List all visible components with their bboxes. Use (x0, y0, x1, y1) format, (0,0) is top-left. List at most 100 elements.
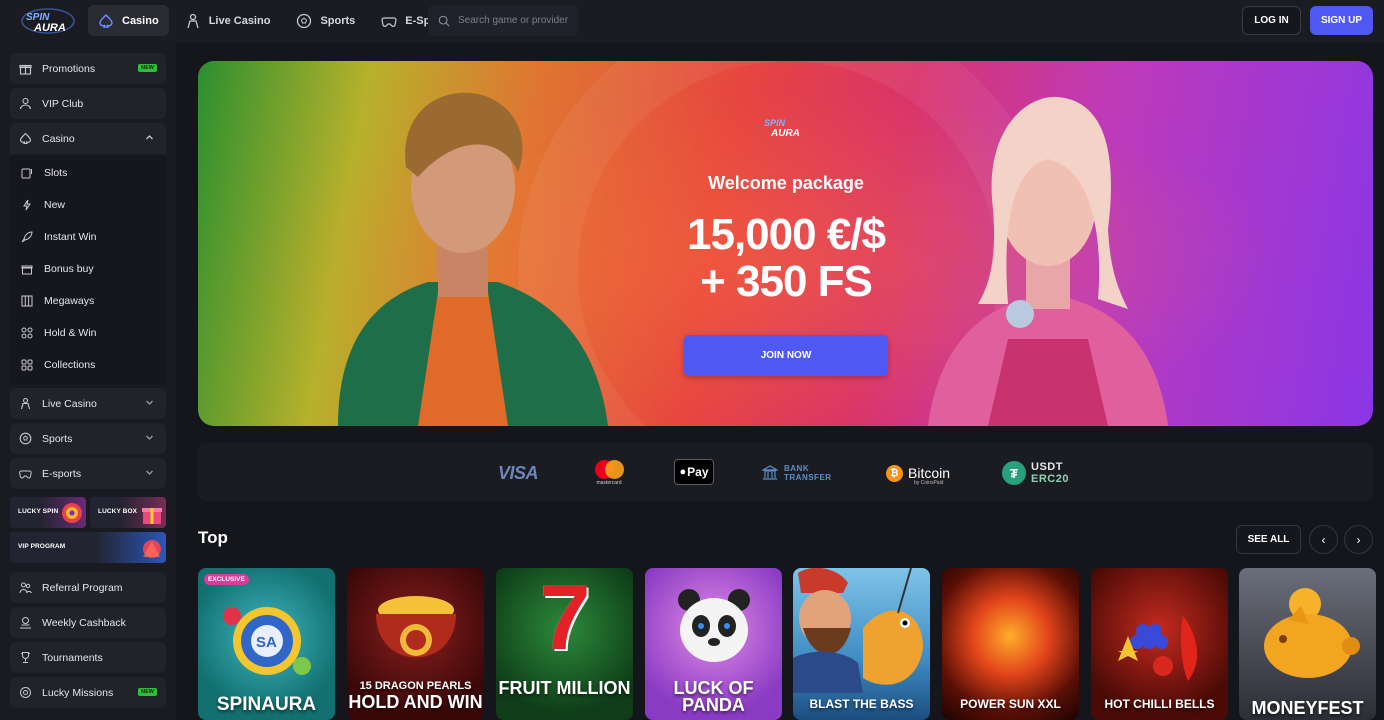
panda-art (678, 589, 750, 662)
lucky-spin-tile[interactable]: LUCKY SPIN (10, 497, 86, 528)
ball-icon (19, 432, 32, 445)
chevron-down-icon[interactable] (145, 433, 154, 442)
sidebar-item-sports[interactable]: Sports (10, 423, 166, 454)
sidebar-subitem-hold-win[interactable]: Hold & Win (10, 319, 166, 347)
sidebar-subitem-label: Instant Win (44, 231, 97, 243)
rocket-icon (21, 231, 33, 243)
sidebar-subitem-slots[interactable]: Slots (10, 159, 166, 187)
bitcoin-sublabel: by CoinsPaid (914, 480, 944, 486)
sidebar-subitem-megaways[interactable]: Megaways (10, 287, 166, 315)
sidebar-item-esports[interactable]: E-sports (10, 458, 166, 489)
sidebar-item-casino[interactable]: Casino (10, 123, 166, 154)
see-all-button[interactable]: SEE ALL (1236, 525, 1301, 554)
nav-sports[interactable]: Sports (286, 5, 365, 36)
game-card[interactable]: BLAST THE BASS (793, 568, 930, 720)
slot-wheel-art: SA (223, 607, 311, 675)
signup-button[interactable]: SIGN UP (1310, 6, 1373, 35)
game-card[interactable]: 15 DRAGON PEARLS HOLD AND WIN (347, 568, 484, 720)
sidebar-item-weekly-cashback[interactable]: Weekly Cashback (10, 607, 166, 638)
nav-sports-label: Sports (320, 14, 356, 27)
game-card[interactable]: 7 FRUIT MILLION (496, 568, 633, 720)
fruit-symbols-art (1118, 616, 1198, 681)
sidebar-subitem-instant-win[interactable]: Instant Win (10, 223, 166, 251)
sidebar-item-tournaments[interactable]: Tournaments (10, 642, 166, 673)
apple-pay-label: Pay (687, 465, 709, 479)
bank-transfer-text: BANK TRANSFER (784, 464, 832, 482)
game-card[interactable]: POWER SUN XXL (942, 568, 1079, 720)
sidebar-item-vip-club[interactable]: VIP Club (10, 88, 166, 119)
game-title: BLAST THE BASS (809, 697, 914, 711)
mastercard-circles (593, 460, 625, 479)
banner-title-line1: 15,000 €/$ (687, 210, 886, 259)
slot-machine-icon (21, 168, 32, 179)
exclusive-badge: EXCLUSIVE (204, 574, 249, 585)
visa-logo: VISA (498, 462, 539, 483)
banner-subtitle: Welcome package (708, 173, 864, 193)
prev-arrow-button[interactable]: ‹ (1309, 525, 1338, 554)
sidebar-item-promotions[interactable]: Promotions NEW (10, 53, 166, 84)
bank-transfer-line2: TRANSFER (784, 473, 832, 482)
chevron-down-icon[interactable] (145, 468, 154, 477)
sidebar-subitem-collections[interactable]: Collections (10, 351, 166, 379)
main-nav: Casino Live Casino Sports E-Sports (88, 5, 461, 36)
game-card[interactable]: LUCK OF PANDA (645, 568, 782, 720)
gem-icon (143, 540, 161, 558)
nav-live-casino[interactable]: Live Casino (175, 5, 281, 36)
login-button[interactable]: LOG IN (1242, 6, 1301, 35)
bank-transfer-line1: BANK (784, 464, 810, 473)
section-title-top: Top (198, 528, 228, 547)
top-navigation-bar: SPIN AURA Casino Live Casino Sports E-Sp… (0, 0, 1384, 42)
top-games-carousel: EXCLUSIVE SA SPINAURA 15 DRAGON PEARLS H… (198, 568, 1384, 720)
usdt-line2: ERC20 (1031, 473, 1069, 485)
sidebar-item-label: E-sports (42, 467, 82, 480)
vip-program-label: VIP PROGRAM (18, 543, 66, 550)
welcome-banner[interactable]: SPIN AURA Welcome package 15,000 €/$ + 3… (198, 61, 1373, 426)
search-box[interactable] (428, 5, 578, 36)
gift-icon (21, 265, 33, 275)
nav-casino[interactable]: Casino (88, 5, 169, 36)
sidebar-item-label: Tournaments (42, 651, 103, 664)
gift-icon (19, 64, 32, 75)
nav-live-casino-label: Live Casino (208, 14, 271, 27)
vip-program-tile[interactable]: VIP PROGRAM (10, 532, 166, 563)
join-now-button[interactable]: JOIN NOW (684, 335, 888, 376)
sidebar-subitem-new[interactable]: New (10, 191, 166, 219)
usdt-logo: ₮ USDT ERC20 (1002, 460, 1069, 486)
payment-methods-bar: VISA mastercard ● Pay BANK TRANSFER ₿ Bi… (198, 443, 1373, 501)
spin-aura-logo[interactable]: SPIN AURA (20, 6, 76, 36)
game-card[interactable]: EXCLUSIVE SA SPINAURA (198, 568, 335, 720)
tether-icon: ₮ (1002, 461, 1026, 485)
game-title: LUCK OF PANDA (673, 678, 754, 715)
apple-pay-logo: ● Pay (674, 459, 714, 485)
sidebar-item-referral[interactable]: Referral Program (10, 572, 166, 603)
game-card[interactable]: MONEYFEST (1239, 568, 1376, 720)
mastercard-logo: mastercard (591, 460, 627, 486)
game-title: MONEYFEST (1251, 698, 1364, 718)
svg-text:SA: SA (256, 634, 277, 651)
users-icon (19, 582, 32, 594)
sidebar-item-label: VIP Club (42, 97, 84, 110)
coins-icon (21, 327, 33, 339)
apple-icon: ● (679, 466, 687, 478)
bitcoin-label: Bitcoin (908, 465, 951, 481)
search-input[interactable] (458, 15, 568, 26)
sidebar-subitem-label: Collections (44, 359, 96, 371)
new-badge: NEW (138, 64, 157, 72)
chevron-down-icon[interactable] (145, 398, 154, 407)
sidebar-subitem-label: Megaways (44, 295, 95, 307)
next-arrow-button[interactable]: › (1344, 525, 1373, 554)
spade-icon (19, 132, 32, 145)
sidebar-subitem-label: Hold & Win (44, 327, 97, 339)
sidebar-subitem-bonus-buy[interactable]: Bonus buy (10, 255, 166, 283)
ball-icon (297, 13, 312, 28)
mastercard-label: mastercard (596, 480, 622, 486)
nav-casino-label: Casino (122, 14, 159, 27)
game-card[interactable]: HOT CHILLI BELLS (1091, 568, 1228, 720)
sidebar-item-live-casino[interactable]: Live Casino (10, 388, 166, 419)
lucky-box-label: LUCKY BOX (98, 508, 138, 515)
chevron-up-icon[interactable] (145, 133, 154, 142)
sidebar-item-lucky-missions[interactable]: Lucky Missions NEW (10, 677, 166, 708)
sidebar-subitem-label: Bonus buy (44, 263, 94, 275)
lucky-box-tile[interactable]: LUCKY BOX (90, 497, 166, 528)
trophy-icon (21, 652, 30, 663)
